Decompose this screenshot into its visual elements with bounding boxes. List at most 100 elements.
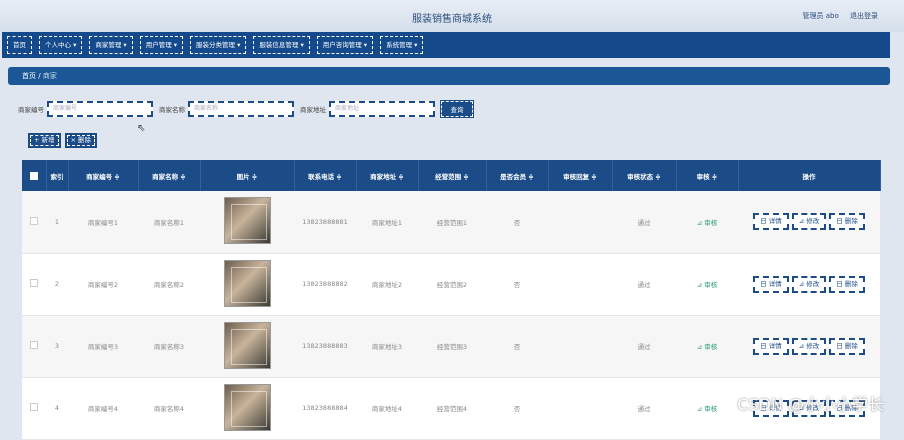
cell-address: 商家地址1 [356,191,418,254]
table-header: ■ 索引 商家编号 ≑ 商家名称 ≑ 图片 ≑ 联系电话 ≑ 商家地址 ≑ 经营… [22,160,881,191]
cell-member: 否 [486,253,548,316]
col-status[interactable]: 审核状态 ≑ [612,160,677,191]
cell-member: 否 [486,377,548,440]
cell-audit: ⊿ 审核 [676,315,738,378]
cell-index: 1 [46,191,68,254]
cell-status: 通过 [612,377,676,440]
cell-scope: 经营范围3 [418,315,486,378]
nav-system-mgmt[interactable]: 系统管理 ▾ [380,36,424,54]
cell-phone: 13823888882 [294,253,356,316]
edit-button[interactable]: ⊿ 修改 [791,337,827,355]
cell-name: 商家名称4 [138,377,200,440]
table-row: 1 商家编号1 商家名称1 13823888881 商家地址1 经营范围1 否 … [22,191,880,254]
row-checkbox[interactable] [30,403,38,411]
audit-link[interactable]: ⊿ 审核 [697,405,718,413]
code-input[interactable]: 商家编号 [47,101,153,117]
site-title: 服装销售商城系统 [412,14,492,25]
detail-button[interactable]: 日 详情 [753,275,789,293]
audit-link[interactable]: ⊿ 审核 [697,219,718,227]
cell-name: 商家名称2 [138,253,200,316]
nav-category-mgmt[interactable]: 服装分类管理 ▾ [190,36,247,54]
cell-scope: 经营范围2 [418,253,486,316]
col-audit[interactable]: 审核 ≑ [676,160,739,191]
cell-phone: 13823888883 [294,315,356,378]
select-all-cell[interactable]: ■ [22,160,47,191]
cell-name: 商家名称1 [138,191,200,254]
cell-code: 商家编号4 [68,377,138,440]
nav-personal-center[interactable]: 个人中心 ▾ [39,36,83,54]
col-image[interactable]: 图片 ≑ [200,160,295,191]
cell-reply [548,253,612,316]
col-name[interactable]: 商家名称 ≑ [138,160,201,191]
col-scope[interactable]: 经营范围 ≑ [418,160,487,191]
nav-clothing-mgmt[interactable]: 服装信息管理 ▾ [253,36,310,54]
col-address[interactable]: 商家地址 ≑ [356,160,419,191]
cell-actions: 日 详情 ⊿ 修改 日 删除 [738,191,880,254]
nav-consult-mgmt[interactable]: 用户咨询管理 ▾ [316,36,374,54]
product-thumbnail[interactable] [223,383,271,431]
detail-button[interactable]: 日 详情 [753,337,789,355]
cell-audit: ⊿ 审核 [676,377,738,440]
delete-button[interactable]: × 删除 [64,133,98,148]
name-input[interactable]: 商家名称 [188,101,294,117]
row-checkbox[interactable] [30,279,38,287]
cell-index: 4 [46,377,68,440]
toolbar: + 新增 × 删除 [28,133,98,148]
edit-button[interactable]: ⊿ 修改 [791,213,827,231]
cell-status: 通过 [612,315,676,378]
cell-reply [548,377,612,440]
delete-row-button[interactable]: 日 删除 [829,275,865,293]
add-button[interactable]: + 新增 [28,133,61,148]
search-button[interactable]: 查询 [440,100,474,118]
row-checkbox[interactable] [30,216,38,225]
col-phone[interactable]: 联系电话 ≑ [294,160,357,191]
delete-row-button[interactable]: 日 删除 [829,213,865,231]
audit-link[interactable]: ⊿ 审核 [697,343,718,351]
cell-code: 商家编号3 [68,315,138,378]
col-reply[interactable]: 审核回复 ≑ [548,160,613,191]
nav-merchant-mgmt[interactable]: 商家管理 ▾ [89,36,133,54]
top-bar: 服装销售商城系统 管理员 abo 退出登录 [0,0,904,32]
cell-status: 通过 [612,253,676,316]
cell-address: 商家地址3 [356,315,418,378]
logout-link[interactable]: 退出登录 [850,12,878,20]
cell-index: 3 [46,315,68,378]
edit-button[interactable]: ⊿ 修改 [791,275,827,293]
cell-audit: ⊿ 审核 [676,253,738,316]
cell-status: 通过 [612,191,676,254]
col-index: 索引 [46,160,69,191]
user-area: 管理员 abo 退出登录 [794,11,878,21]
address-input[interactable]: 商家地址 [329,101,435,117]
cell-scope: 经营范围1 [418,191,486,254]
detail-button[interactable]: 日 详情 [753,213,789,231]
cell-name: 商家名称3 [138,315,200,378]
cell-address: 商家地址4 [356,377,418,440]
cell-actions: 日 详情 ⊿ 修改 日 删除 [738,253,880,316]
name-label: 商家名称 [159,106,185,114]
nav-home[interactable]: 首页 [7,36,32,54]
main-nav: 首页 个人中心 ▾ 商家管理 ▾ 用户管理 ▾ 服装分类管理 ▾ 服装信息管理 … [2,32,890,58]
table-row: 3 商家编号3 商家名称3 13823888883 商家地址3 经营范围3 否 … [22,315,880,378]
code-label: 商家编号 [18,106,44,114]
product-thumbnail[interactable] [223,197,271,245]
product-thumbnail[interactable] [223,321,271,369]
mouse-cursor-icon: ⇖ [137,123,146,134]
cell-reply [548,191,612,254]
audit-link[interactable]: ⊿ 审核 [697,281,718,289]
row-checkbox[interactable] [30,341,38,349]
breadcrumb-sep: / [38,72,41,80]
cell-code: 商家编号1 [68,191,138,254]
select-all-checkbox[interactable]: ■ [29,171,38,180]
search-bar: 商家编号 商家编号 商家名称 商家名称 商家地址 商家地址 查询 [18,100,474,118]
col-member[interactable]: 是否会员 ≑ [486,160,549,191]
product-thumbnail[interactable] [223,259,271,307]
cell-audit: ⊿ 审核 [676,191,738,254]
nav-user-mgmt[interactable]: 用户管理 ▾ [139,36,184,54]
breadcrumb-home[interactable]: 首页 [22,72,36,80]
cell-scope: 经营范围4 [418,377,486,440]
cell-image [200,315,294,378]
col-code[interactable]: 商家编号 ≑ [68,160,139,191]
delete-row-button[interactable]: 日 删除 [829,337,865,355]
breadcrumb: 首页 / 商家 [8,67,890,85]
cell-member: 否 [486,315,548,378]
